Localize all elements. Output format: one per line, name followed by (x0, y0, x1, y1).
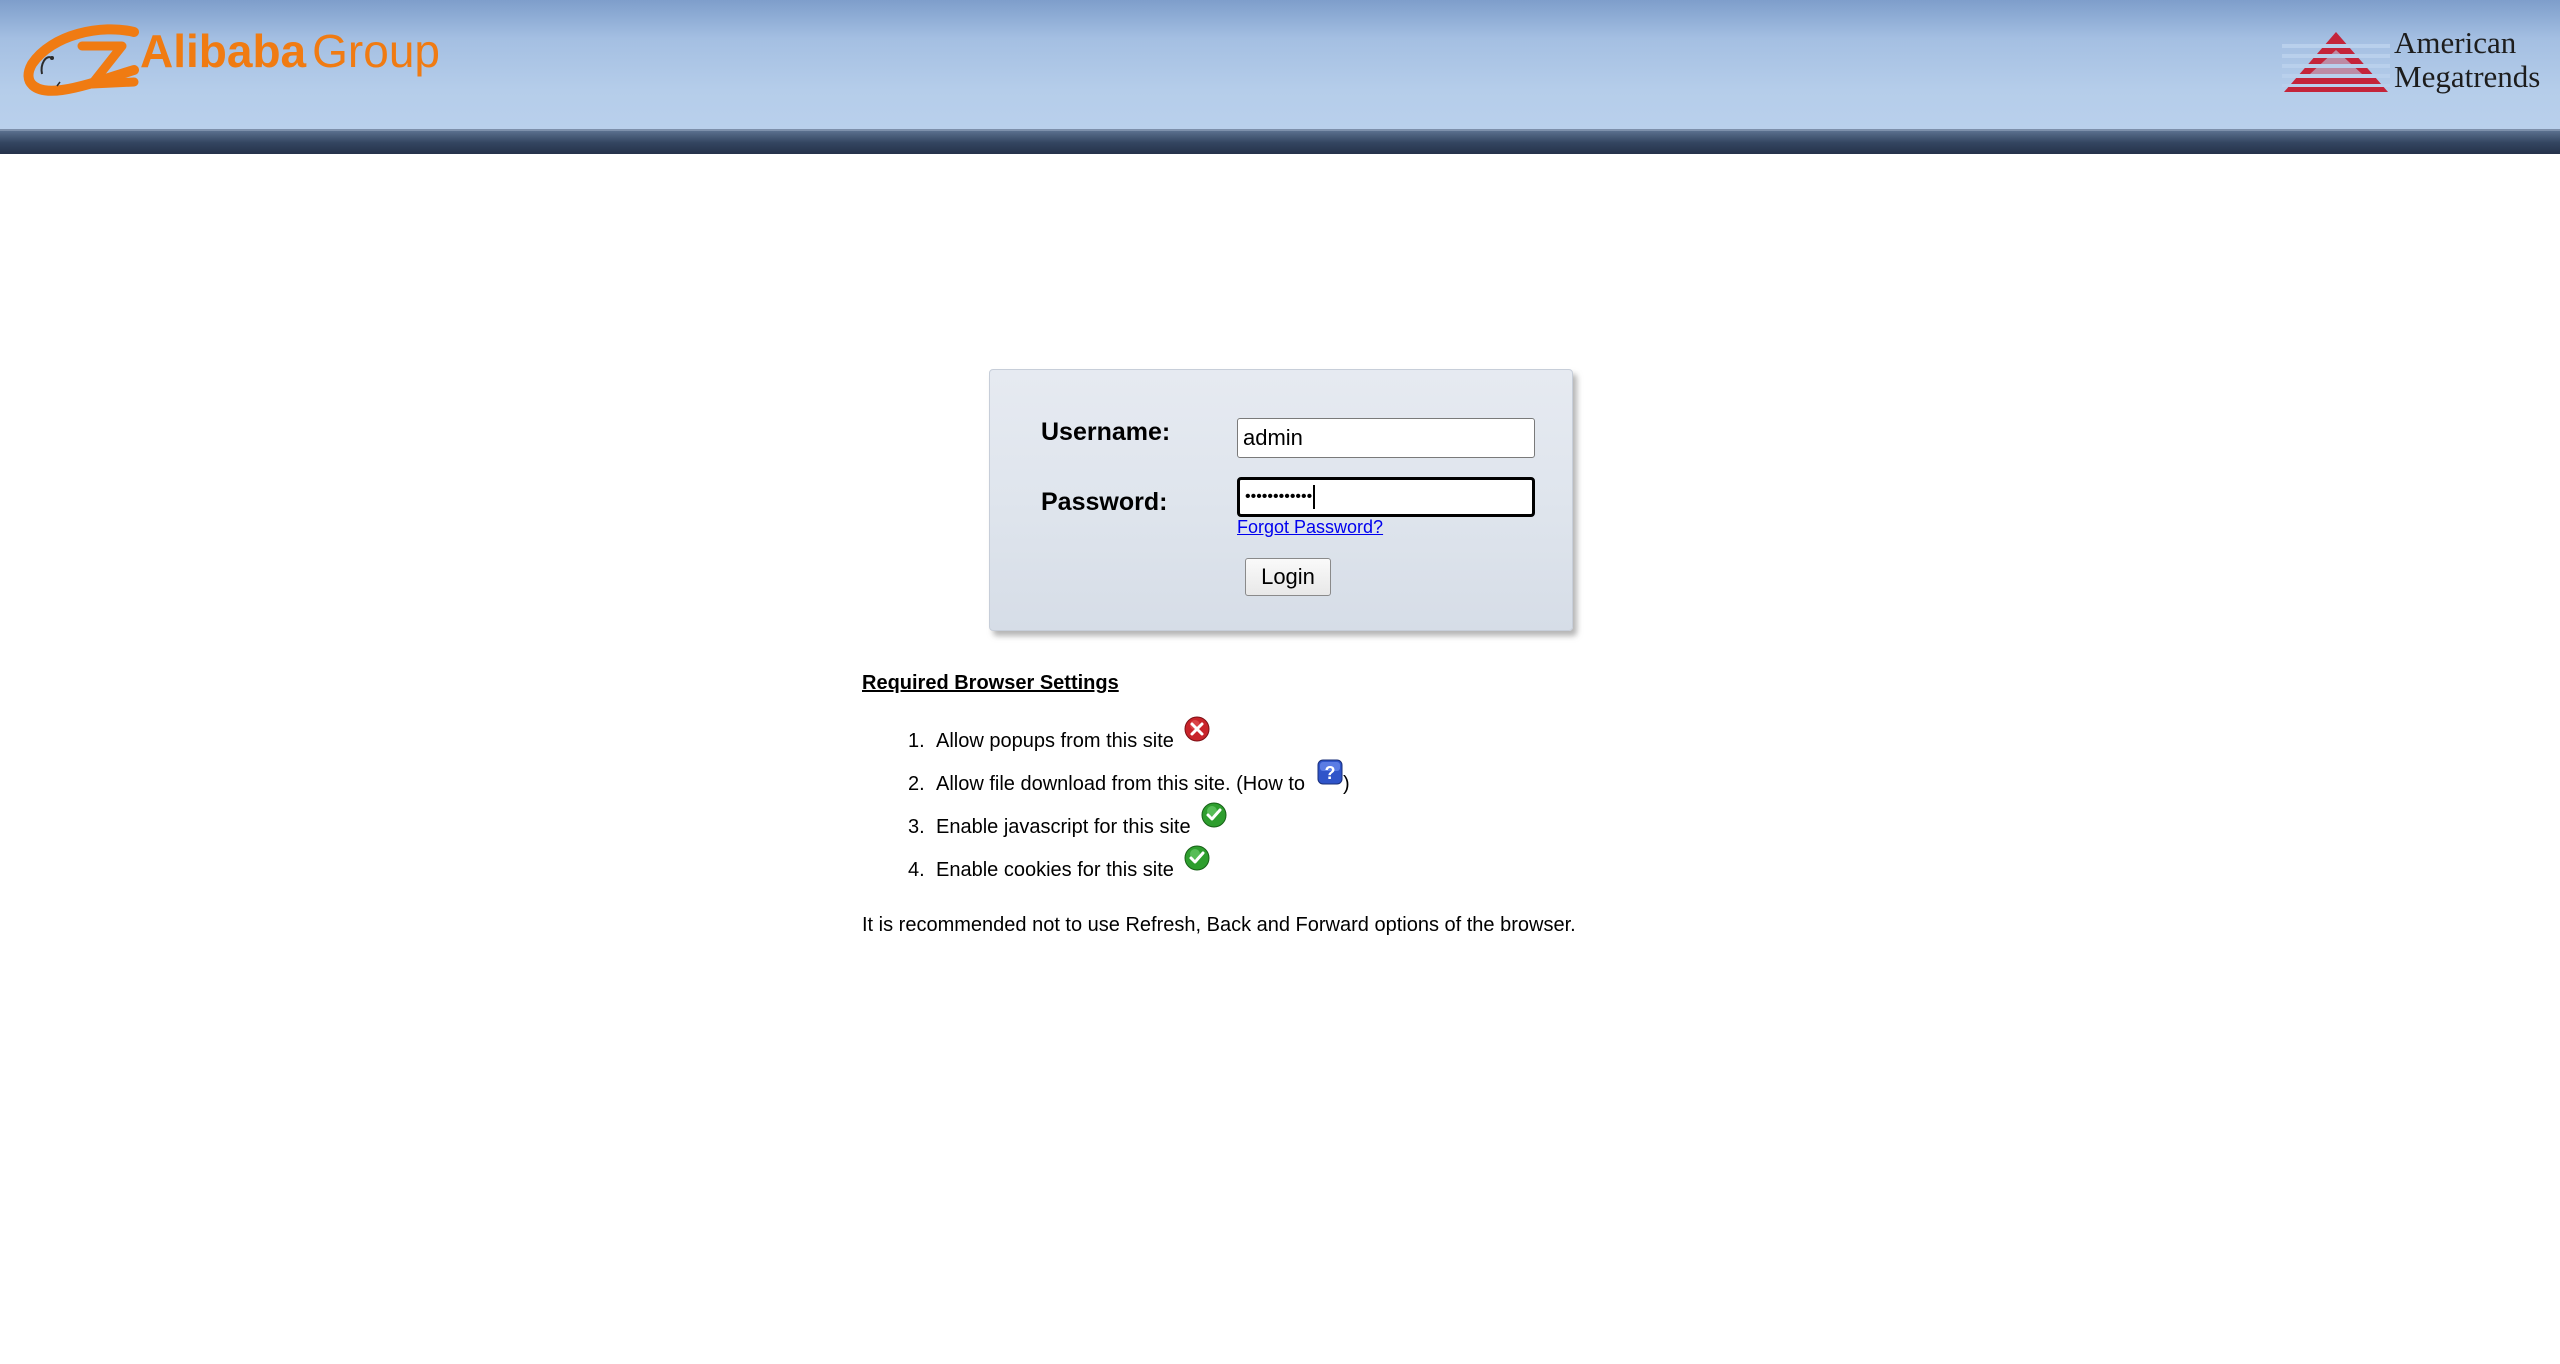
ami-line1: American (2394, 25, 2517, 60)
alibaba-wordmark: Alibaba Group (140, 24, 440, 78)
text-caret (1313, 484, 1316, 509)
browser-settings-section: Required Browser Settings 1. Allow popups… (862, 672, 1762, 936)
list-item: 2. Allow file download from this site. (H… (908, 759, 1350, 810)
alibaba-group-logo: Alibaba Group (22, 24, 482, 102)
list-item-number: 1. (908, 730, 925, 752)
list-item: 4. Enable cookies for this site (908, 845, 1350, 896)
password-label: Password: (1041, 488, 1168, 516)
check-icon (1184, 845, 1210, 871)
list-item-number: 2. (908, 773, 925, 795)
username-input[interactable]: admin (1237, 418, 1535, 458)
ami-line2: Megatrends (2394, 59, 2541, 94)
svg-text:?: ? (1325, 763, 1336, 783)
list-item-text: Enable cookies for this site (936, 859, 1174, 881)
list-item-number: 3. (908, 816, 925, 838)
help-icon[interactable]: ? (1317, 759, 1343, 785)
alibaba-group-text: Group (312, 25, 441, 77)
list-item-suffix: ) (1343, 773, 1350, 795)
password-input[interactable]: •••••••••••• (1237, 477, 1535, 517)
page-header: Alibaba Group American Megatrends (0, 0, 2560, 129)
american-megatrends-logo: American Megatrends (2282, 26, 2547, 106)
browser-settings-list: 1. Allow popups from this site 2. Allow fi… (908, 716, 1350, 896)
list-item-number: 4. (908, 859, 925, 881)
list-item-text: Enable javascript for this site (936, 816, 1191, 838)
username-label: Username: (1041, 418, 1171, 446)
forgot-password-link[interactable]: Forgot Password? (1237, 517, 1383, 538)
ami-wordmark: American Megatrends (2394, 26, 2540, 94)
login-panel: Username: admin Password: •••••••••••• F… (989, 369, 1573, 631)
browser-settings-title: Required Browser Settings (862, 672, 1119, 694)
error-icon (1184, 716, 1210, 742)
alibaba-logo-icon (23, 24, 139, 96)
list-item: 3. Enable javascript for this site (908, 802, 1350, 853)
browser-usage-note: It is recommended not to use Refresh, Ba… (862, 914, 1576, 936)
list-item-text: Allow file download from this site. (How… (936, 773, 1306, 795)
list-item: 1. Allow popups from this site (908, 716, 1350, 767)
check-icon (1201, 802, 1227, 828)
alibaba-brand-text: Alibaba (140, 25, 307, 77)
list-item-text: Allow popups from this site (936, 730, 1174, 752)
login-button[interactable]: Login (1245, 558, 1331, 596)
header-divider-bar (0, 129, 2560, 154)
password-masked-value: •••••••••••• (1245, 488, 1313, 505)
ami-logo-icon (2282, 32, 2390, 92)
